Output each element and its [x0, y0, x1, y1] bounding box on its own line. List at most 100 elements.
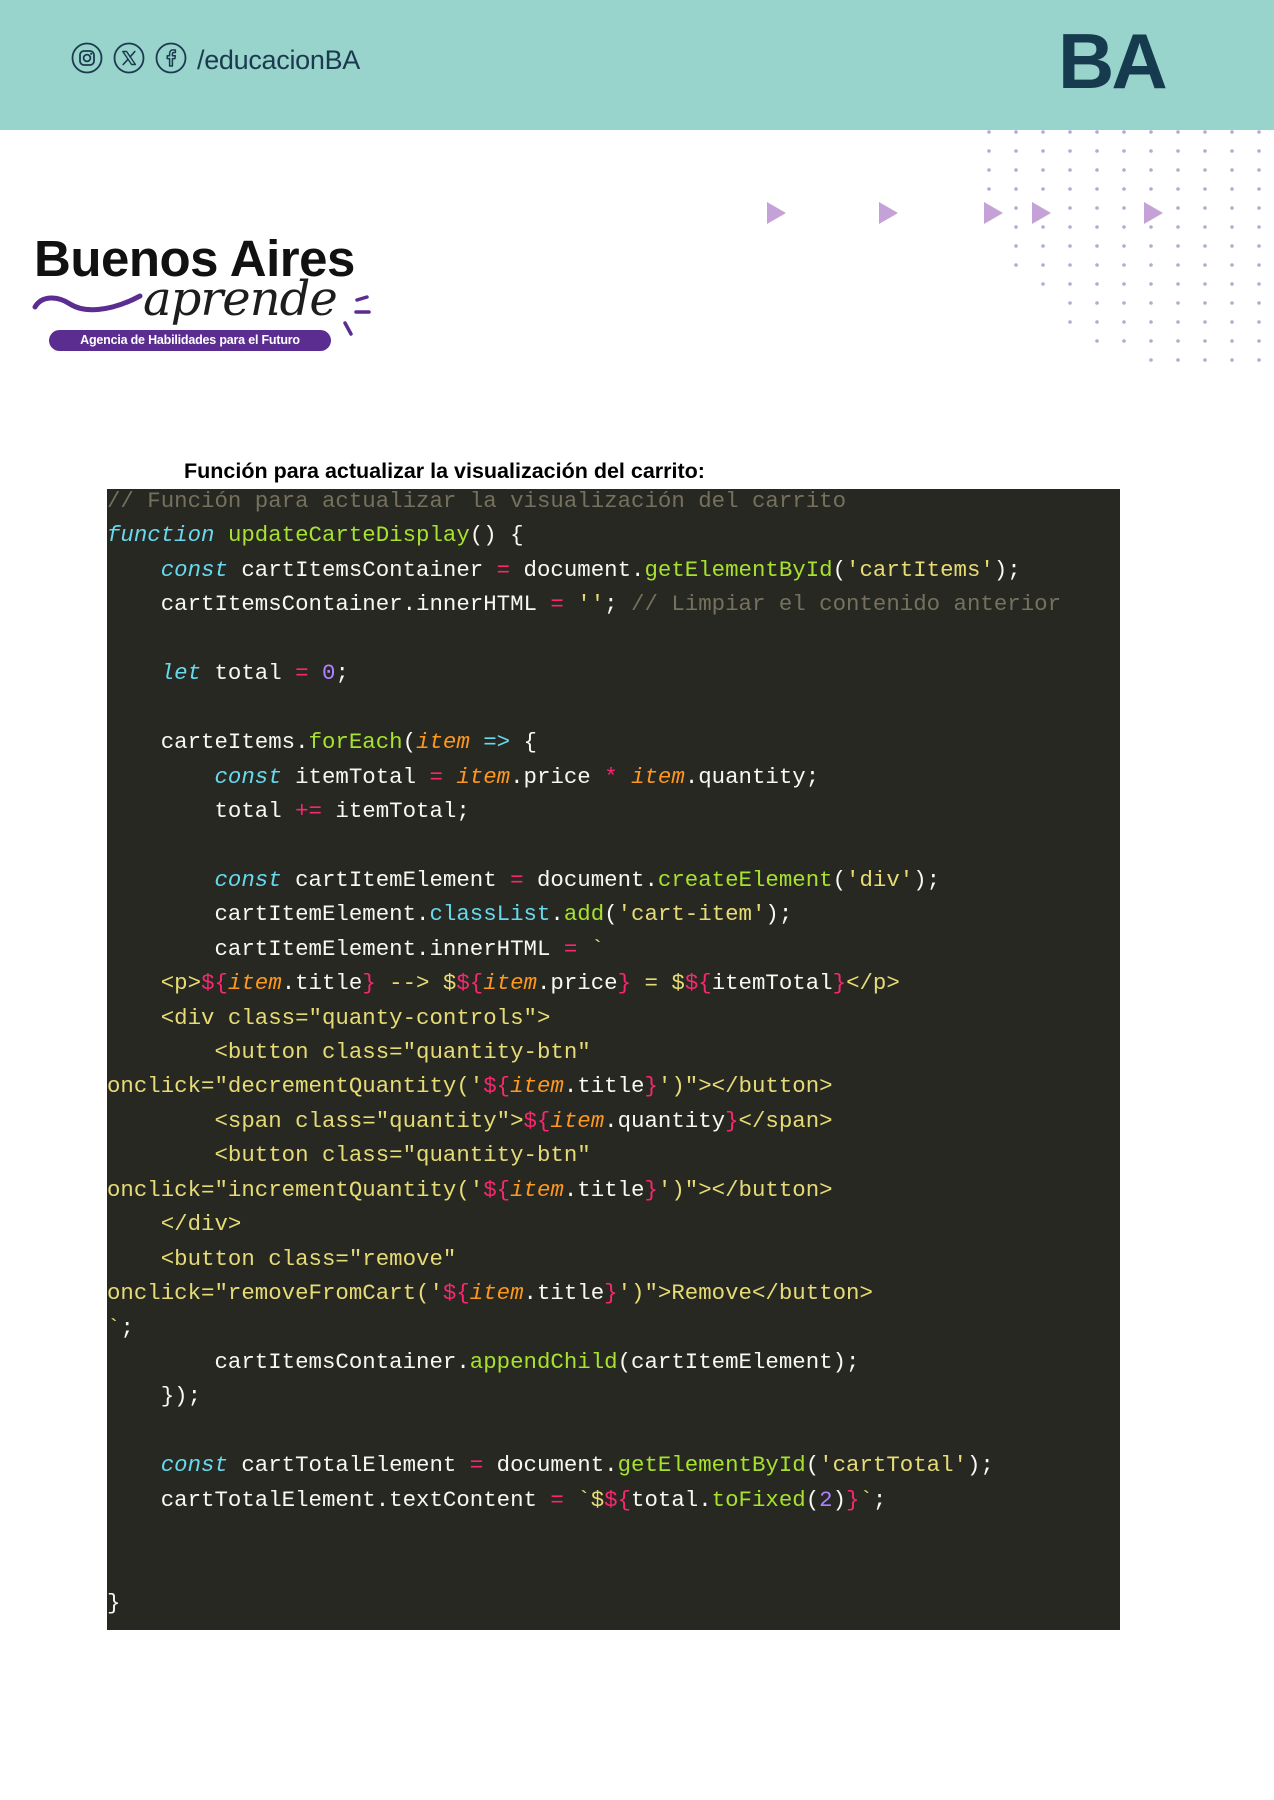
pattern-dot: [1230, 263, 1234, 267]
pattern-dot: [1257, 206, 1261, 210]
pattern-dot: [1149, 130, 1153, 134]
pattern-dot: [1068, 206, 1072, 210]
code-token: 'cart-item': [617, 901, 766, 928]
code-token: });: [107, 1383, 202, 1410]
code-token: *: [604, 763, 618, 790]
code-token: }: [107, 1590, 121, 1616]
code-token: updateCarteDisplay: [227, 522, 470, 549]
pattern-dot: [1041, 187, 1045, 191]
code-line: // Función para actualizar la visualizac…: [107, 489, 1120, 518]
code-token: item: [631, 763, 685, 790]
code-token: ;: [872, 1486, 887, 1513]
code-token: carteItems.: [107, 729, 309, 756]
code-token: toFixed: [711, 1486, 806, 1513]
pattern-dot: [1176, 225, 1180, 229]
pattern-dot: [1095, 263, 1099, 267]
code-line: cartItemElement.innerHTML = `: [107, 932, 1120, 966]
pattern-dot: [1230, 206, 1234, 210]
pattern-dot: [1068, 263, 1072, 267]
code-token: }: [644, 1176, 658, 1203]
code-token: .quantity;: [684, 763, 820, 790]
pattern-dot: [1068, 187, 1072, 191]
code-token: onclick="incrementQuantity(': [107, 1176, 484, 1203]
code-token: itemTotal: [281, 763, 430, 790]
code-token: }: [725, 1107, 739, 1134]
code-token: // Limpiar el contenido anterior: [631, 591, 1062, 618]
pattern-dot: [1203, 168, 1207, 172]
pattern-dot: [1257, 358, 1261, 362]
pattern-dot: [1068, 244, 1072, 248]
code-token: <button class="remove": [107, 1245, 457, 1272]
pattern-dot: [1068, 225, 1072, 229]
pattern-dot: [1041, 130, 1045, 134]
code-token: .title: [563, 1073, 645, 1100]
code-token: ): [832, 1486, 847, 1513]
code-token: item: [483, 970, 537, 997]
pattern-dot: [1095, 225, 1099, 229]
pattern-dot: [1068, 320, 1072, 324]
pattern-dot: [1203, 225, 1207, 229]
code-token: appendChild: [469, 1348, 618, 1375]
code-line: cartTotalElement.textContent = `$${total…: [107, 1483, 1120, 1517]
pattern-dot: [1149, 339, 1153, 343]
pattern-dot: [1203, 339, 1207, 343]
code-line: const cartTotalElement = document.getEle…: [107, 1448, 1120, 1482]
code-body: // Función para actualizar la visualizac…: [107, 489, 1120, 1620]
code-token: .price: [510, 763, 605, 790]
pattern-dot: [1095, 282, 1099, 286]
code-token: --> $: [375, 970, 457, 997]
code-token: item: [550, 1107, 605, 1134]
code-token: total: [107, 797, 296, 824]
pattern-dot: [1122, 130, 1126, 134]
pattern-dot: [1176, 301, 1180, 305]
code-line: carteItems.forEach(item => {: [107, 725, 1120, 759]
play-triangle-icon: [767, 202, 786, 224]
code-line: cartItemElement.classList.add('cart-item…: [107, 897, 1120, 931]
code-token: <span class="quantity">: [107, 1107, 524, 1134]
code-token: .quantity: [604, 1107, 726, 1134]
code-token: item: [510, 1073, 564, 1100]
pattern-dot: [1041, 263, 1045, 267]
code-token: itemTotal;: [322, 797, 470, 824]
pattern-dot: [1122, 263, 1126, 267]
code-token: (: [805, 1486, 820, 1513]
code-line: const cartItemsContainer = document.getE…: [107, 553, 1120, 587]
code-token: .title: [523, 1280, 605, 1307]
pattern-dot: [1149, 225, 1153, 229]
pattern-dot: [1257, 149, 1261, 153]
pattern-dot: [1257, 225, 1261, 229]
pattern-dot: [1122, 301, 1126, 305]
pattern-dot: [1095, 206, 1099, 210]
code-token: item: [227, 970, 282, 997]
pattern-dot: [1149, 149, 1153, 153]
pattern-dot: [1068, 282, 1072, 286]
pattern-dot: [1230, 339, 1234, 343]
code-token: 0: [322, 660, 336, 687]
pattern-dot: [1149, 168, 1153, 172]
code-token: ')">Remove</button>: [617, 1280, 873, 1307]
code-token: const: [214, 763, 282, 790]
code-token: }: [644, 1073, 658, 1100]
code-token: }: [846, 1486, 860, 1513]
pattern-dot: [1176, 149, 1180, 153]
pattern-dot: [1230, 168, 1234, 172]
code-token: .: [550, 901, 564, 928]
code-token: ;: [604, 591, 632, 618]
pattern-dot: [1068, 149, 1072, 153]
code-token: ')"></button>: [657, 1176, 833, 1203]
code-token: =: [510, 866, 524, 893]
pattern-dot: [1014, 130, 1018, 134]
pattern-dot: [1257, 130, 1261, 134]
pattern-dot: [1257, 320, 1261, 324]
pattern-dot: [1014, 263, 1018, 267]
pattern-dot: [1122, 339, 1126, 343]
code-token: ${: [456, 970, 484, 997]
pattern-dot: [1230, 225, 1234, 229]
